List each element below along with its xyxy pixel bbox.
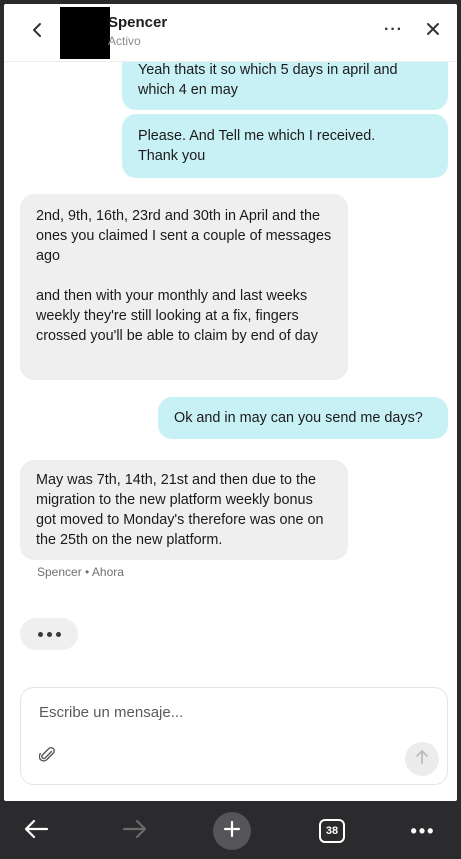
message-meta: Spencer • Ahora	[37, 565, 124, 579]
typing-dot	[37, 631, 43, 637]
new-tab-circle	[213, 812, 251, 850]
message-paragraph: and then with your monthly and last week…	[36, 288, 318, 344]
typing-dot	[46, 631, 52, 637]
plus-icon	[223, 820, 241, 843]
more-horizontal-icon: ···	[384, 21, 403, 38]
more-dots-icon: •••	[410, 820, 436, 841]
message-outgoing: Ok and in may can you send me days?	[158, 397, 448, 439]
browser-toolbar: 38 •••	[0, 801, 461, 859]
arrow-right-icon	[122, 819, 148, 844]
message-paragraph: May was 7th, 14th, 21st and then due to …	[36, 472, 324, 548]
close-icon	[426, 22, 440, 41]
paperclip-icon	[38, 747, 57, 768]
message-paragraph: 2nd, 9th, 16th, 23rd and 30th in April a…	[36, 208, 332, 264]
tabs-icon: 38	[319, 819, 345, 843]
more-options-button[interactable]: ···	[384, 21, 403, 39]
meta-time: Ahora	[91, 565, 124, 579]
attach-button[interactable]	[38, 746, 61, 768]
browser-menu-button[interactable]: •••	[403, 811, 443, 851]
message-line: Yeah thats it so which 5 days in april a…	[138, 62, 398, 78]
chat-header: Spencer Activo ···	[4, 4, 457, 62]
message-incoming: 2nd, 9th, 16th, 23rd and 30th in April a…	[20, 194, 348, 380]
tab-count: 38	[325, 825, 339, 837]
message-composer	[20, 687, 448, 785]
chevron-left-icon	[32, 22, 42, 43]
browser-forward-button[interactable]	[115, 811, 155, 851]
typing-dot	[55, 631, 61, 637]
back-button[interactable]	[26, 20, 48, 44]
meta-separator: •	[85, 565, 90, 579]
avatar[interactable]	[60, 7, 110, 59]
message-line: which 4 en may	[138, 82, 238, 98]
new-tab-button[interactable]	[212, 811, 252, 851]
browser-back-button[interactable]	[16, 811, 56, 851]
chat-window: Spencer Activo ··· Yeah thats it so whic…	[4, 4, 457, 801]
message-input[interactable]	[39, 704, 419, 721]
arrow-up-icon	[415, 749, 429, 770]
close-button[interactable]	[422, 20, 444, 42]
meta-sender: Spencer	[37, 565, 82, 579]
contact-name: Spencer	[108, 14, 168, 31]
message-outgoing: Yeah thats it so which 5 days in april a…	[122, 56, 448, 110]
message-line: Ok and in may can you send me days?	[174, 410, 423, 426]
tabs-button[interactable]: 38	[312, 811, 352, 851]
typing-indicator	[20, 618, 78, 650]
message-outgoing: Please. And Tell me which I received. Th…	[122, 114, 448, 178]
contact-status: Activo	[108, 34, 141, 48]
message-line: Thank you	[138, 148, 206, 164]
send-button[interactable]	[405, 742, 439, 776]
message-incoming: May was 7th, 14th, 21st and then due to …	[20, 460, 348, 560]
message-line: Please. And Tell me which I received.	[138, 128, 376, 144]
arrow-left-icon	[23, 819, 49, 844]
